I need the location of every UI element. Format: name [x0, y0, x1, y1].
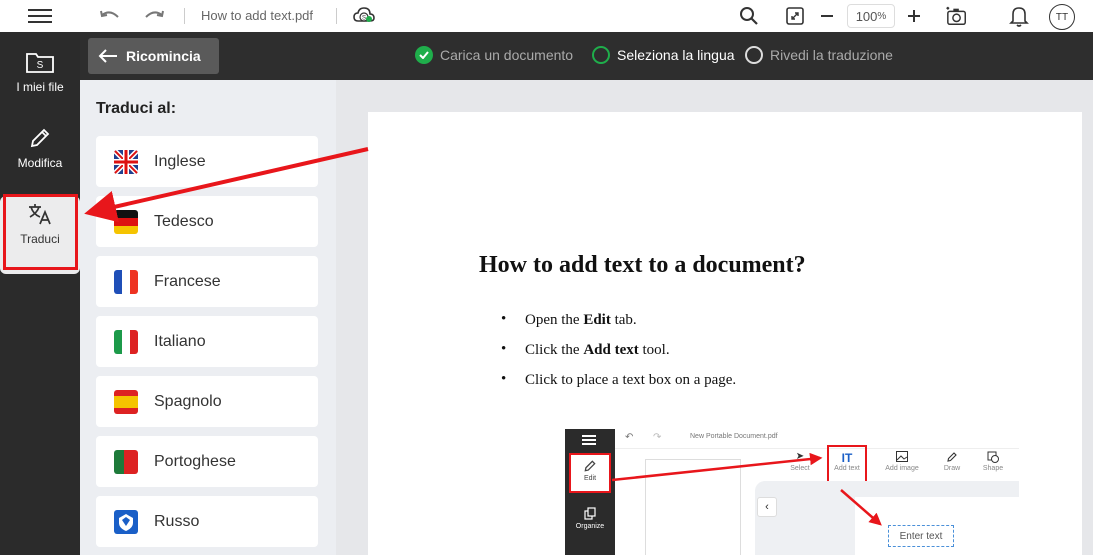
add-text-highlight-box	[827, 445, 867, 485]
list-item: Open the Edit tab.	[501, 311, 736, 342]
nav-item-edit[interactable]: Modifica	[0, 120, 80, 198]
nav-item-label: I miei file	[16, 80, 64, 94]
image-icon	[882, 451, 922, 465]
screenshot-text-box: Enter text	[888, 525, 954, 547]
language-option-russian[interactable]: Russo	[96, 496, 318, 547]
step-select-language: Seleziona la lingua	[592, 46, 735, 64]
redo-icon: ↷	[653, 432, 662, 443]
svg-text:S: S	[37, 60, 44, 71]
check-circle-icon	[415, 46, 433, 64]
step-review: Rivedi la traduzione	[745, 46, 893, 64]
pen-icon	[932, 451, 972, 465]
language-label: Portoghese	[154, 452, 236, 470]
screenshot-tool-select: ➤ Select	[780, 451, 820, 472]
step-label: Seleziona la lingua	[617, 47, 735, 63]
arrow-left-icon	[98, 49, 117, 63]
nav-item-label: Modifica	[17, 156, 63, 170]
user-avatar[interactable]: TT	[1049, 4, 1075, 30]
screenshot-icon[interactable]	[946, 5, 968, 27]
undo-icon[interactable]	[99, 5, 121, 27]
language-label: Russo	[154, 512, 200, 530]
tool-label: Add image	[885, 465, 919, 472]
language-label: Inglese	[154, 152, 206, 170]
pencil-icon	[0, 120, 80, 150]
zoom-in-icon[interactable]	[903, 5, 925, 27]
language-option-spanish[interactable]: Spagnolo	[96, 376, 318, 427]
portugal-flag-icon	[114, 449, 138, 474]
pages-icon	[584, 507, 596, 520]
language-label: Spagnolo	[154, 392, 222, 410]
pencil-icon	[584, 460, 596, 472]
language-option-italian[interactable]: Italiano	[96, 316, 318, 367]
shape-icon	[973, 451, 1013, 465]
language-label: Italiano	[154, 332, 206, 350]
screenshot-tool-shape: Shape	[973, 451, 1013, 472]
top-toolbar: How to add text.pdf S 100% TT	[0, 0, 1093, 32]
screenshot-tool-draw: Draw	[932, 451, 972, 472]
document-filename: How to add text.pdf	[201, 8, 314, 23]
pending-step-circle-icon	[745, 46, 763, 64]
fit-page-icon[interactable]	[784, 5, 806, 27]
language-label: Tedesco	[154, 212, 214, 230]
menu-icon[interactable]	[28, 6, 52, 26]
screenshot-edit-label: Edit	[583, 475, 597, 482]
uk-flag-icon	[114, 149, 138, 174]
pdf-page: How to add text to a document? Open the …	[368, 112, 1082, 555]
redo-icon[interactable]	[143, 5, 165, 27]
step-label: Carica un documento	[440, 47, 574, 63]
undo-icon: ↶	[625, 432, 634, 443]
restart-button[interactable]: Ricomincia	[88, 38, 219, 74]
step-upload: Carica un documento	[415, 46, 573, 64]
list-item: Click the Add text tool.	[501, 341, 736, 372]
screenshot-page-thumbnail	[645, 459, 741, 555]
left-navigation: S I miei file Modifica Traduci	[0, 32, 80, 555]
menu-icon	[582, 435, 596, 445]
zoom-unit: %	[877, 10, 887, 22]
tool-label: Draw	[943, 465, 961, 472]
translate-highlight-box	[3, 194, 78, 270]
text-box-placeholder: Enter text	[899, 530, 943, 542]
screenshot-organize-tab: Organize	[565, 501, 615, 541]
zoom-out-icon[interactable]	[816, 5, 838, 27]
cursor-icon: ➤	[795, 451, 805, 462]
search-icon[interactable]	[738, 5, 760, 27]
document-heading: How to add text to a document?	[479, 252, 806, 278]
translation-step-bar: Ricomincia Carica un documento Seleziona…	[80, 32, 1093, 80]
language-option-portuguese[interactable]: Portoghese	[96, 436, 318, 487]
screenshot-filename: New Portable Document.pdf	[690, 433, 778, 440]
spain-flag-icon	[114, 389, 138, 414]
notification-bell-icon[interactable]	[1008, 5, 1030, 27]
cloud-sync-icon[interactable]: S	[353, 5, 375, 27]
language-option-german[interactable]: Tedesco	[96, 196, 318, 247]
step-label: Rivedi la traduzione	[770, 47, 893, 63]
restart-label: Ricomincia	[126, 48, 201, 64]
nav-item-my-files[interactable]: S I miei file	[0, 44, 80, 122]
svg-text:S: S	[362, 16, 366, 22]
language-label: Francese	[154, 272, 221, 290]
tool-label: Select	[790, 465, 810, 472]
france-flag-icon	[114, 269, 138, 294]
embedded-screenshot: Edit Organize ↶ ↷ New Portable Document.…	[565, 429, 1019, 555]
italy-flag-icon	[114, 329, 138, 354]
screenshot-organize-label: Organize	[575, 523, 605, 530]
document-viewer[interactable]: How to add text to a document? Open the …	[336, 80, 1093, 555]
chevron-left-icon: ‹	[757, 497, 777, 517]
language-panel: Traduci al: Inglese Tedesco Francese Ita…	[80, 80, 336, 555]
instruction-list: Open the Edit tab. Click the Add text to…	[501, 311, 736, 402]
screenshot-edit-tab: Edit	[569, 453, 611, 493]
toolbar-divider	[336, 8, 337, 24]
language-option-french[interactable]: Francese	[96, 256, 318, 307]
tool-label: Shape	[982, 465, 1004, 472]
germany-flag-icon	[114, 209, 138, 234]
russia-flag-icon	[114, 509, 138, 534]
current-step-circle-icon	[592, 46, 610, 64]
list-item: Click to place a text box on a page.	[501, 371, 736, 402]
language-option-english[interactable]: Inglese	[96, 136, 318, 187]
zoom-level-field[interactable]: 100%	[847, 4, 895, 28]
screenshot-tool-add-image: Add image	[882, 451, 922, 472]
toolbar-divider	[184, 8, 185, 24]
panel-title: Traduci al:	[96, 100, 177, 117]
zoom-value: 100	[855, 8, 878, 24]
folder-icon: S	[0, 44, 80, 74]
